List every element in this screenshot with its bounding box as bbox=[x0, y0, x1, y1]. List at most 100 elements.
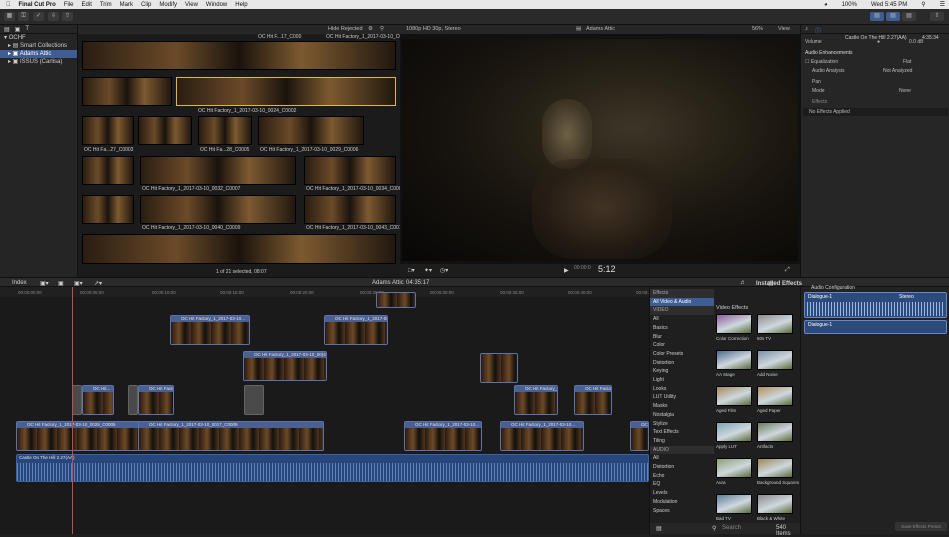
import-icon[interactable]: ⇩ bbox=[48, 12, 59, 21]
effect-thumbnail[interactable] bbox=[757, 386, 793, 406]
effects-category[interactable]: EQ bbox=[650, 480, 714, 489]
photos-tab-icon[interactable]: ▣ bbox=[15, 26, 21, 33]
filmstrip[interactable] bbox=[82, 234, 396, 264]
clock[interactable]: Wed 5:45 PM bbox=[871, 2, 907, 8]
volume-slider[interactable]: ● bbox=[877, 38, 880, 46]
filmstrip[interactable] bbox=[304, 195, 396, 224]
primary-storyline-clip[interactable]: OC Hit Factory_1_2017-03-10... bbox=[500, 421, 584, 451]
filmstrip[interactable] bbox=[258, 116, 364, 145]
browser-toggle-button[interactable]: ▤ bbox=[870, 12, 884, 21]
filmstrip[interactable] bbox=[198, 116, 252, 145]
effects-category[interactable]: All Video & Audio bbox=[650, 297, 714, 307]
timeline[interactable]: 00:00:00:00 00:00:05:00 00:00:10:00 00:0… bbox=[0, 287, 660, 534]
speed-icon[interactable]: ◷▾ bbox=[440, 267, 448, 274]
check-icon[interactable]: ✓ bbox=[33, 12, 44, 21]
role-channel-1[interactable]: Dialogue-1 Stereo bbox=[804, 292, 947, 318]
index-button[interactable]: Index bbox=[12, 280, 27, 286]
filmstrip[interactable] bbox=[140, 156, 296, 185]
timeline-clip[interactable]: OC Hit Factory_1_2017-03-10... bbox=[170, 315, 250, 345]
inspector-toggle-button[interactable]: ▤ bbox=[902, 12, 916, 21]
menu-modify[interactable]: Modify bbox=[159, 2, 177, 8]
mode-value[interactable]: None bbox=[899, 87, 911, 95]
menu-view[interactable]: View bbox=[185, 2, 198, 8]
filmstrip[interactable] bbox=[82, 77, 172, 106]
transform-icon[interactable]: □▾ bbox=[408, 267, 415, 274]
timeline-ruler[interactable]: 00:00:00:00 00:00:05:00 00:00:10:00 00:0… bbox=[0, 287, 660, 297]
effect-thumbnail[interactable] bbox=[757, 350, 793, 370]
effect-thumbnail[interactable] bbox=[757, 494, 793, 514]
effects-category[interactable]: Color Presets bbox=[650, 350, 714, 359]
volume-value[interactable]: 0.0 dB bbox=[909, 38, 923, 46]
effect-thumbnail[interactable] bbox=[716, 350, 752, 370]
effect-thumbnail[interactable] bbox=[757, 422, 793, 442]
library-button[interactable]: ▦ bbox=[4, 12, 15, 21]
key-icon[interactable]: ⚿ bbox=[18, 12, 29, 21]
filmstrip[interactable] bbox=[304, 156, 396, 185]
connect-icon[interactable]: ▣▾ bbox=[40, 280, 49, 287]
zoom-menu[interactable]: 56% bbox=[752, 26, 763, 32]
select-tool-icon[interactable]: ↗▾ bbox=[94, 280, 102, 287]
playhead[interactable] bbox=[72, 287, 73, 534]
effects-category[interactable]: Looks bbox=[650, 385, 714, 394]
filter-menu[interactable]: Hide Rejected bbox=[328, 26, 363, 32]
effects-category[interactable]: Distortion bbox=[650, 359, 714, 368]
equalization-value[interactable]: Flat bbox=[903, 58, 911, 66]
sidebar-item-smart-collections[interactable]: ▸ ▤ Smart Collections bbox=[0, 42, 77, 50]
effects-category[interactable]: All bbox=[650, 454, 714, 463]
menu-mark[interactable]: Mark bbox=[120, 2, 133, 8]
filmstrip[interactable] bbox=[82, 195, 134, 224]
effects-category[interactable]: All bbox=[650, 315, 714, 324]
apple-icon[interactable]:  bbox=[6, 2, 11, 8]
menu-help[interactable]: Help bbox=[235, 2, 247, 8]
enhance-icon[interactable]: ✦▾ bbox=[424, 267, 432, 274]
timeline-clip[interactable] bbox=[480, 353, 518, 383]
save-effects-preset-button[interactable]: Save Effects Preset bbox=[895, 522, 947, 531]
menu-list-icon[interactable]: ☰ bbox=[940, 1, 945, 8]
insert-icon[interactable]: ▣ bbox=[58, 280, 64, 287]
effect-thumbnail[interactable] bbox=[716, 494, 752, 514]
filmstrip[interactable] bbox=[138, 116, 192, 145]
fullscreen-icon[interactable]: ⤢ bbox=[785, 267, 790, 274]
primary-storyline-clip[interactable]: OC Hit Factory_1_2017... bbox=[630, 421, 649, 451]
sidebar-library[interactable]: ▾ OCHF bbox=[0, 34, 77, 42]
effects-category[interactable]: Text Effects bbox=[650, 428, 714, 437]
view-menu[interactable]: View bbox=[778, 26, 790, 32]
sidebar-item-issus[interactable]: ▸ ▣ ISSUS (Carlisa) bbox=[0, 58, 77, 66]
share-icon[interactable]: ⇧ bbox=[62, 12, 73, 21]
wifi-icon[interactable]: ◕ bbox=[824, 2, 828, 8]
timeline-clip[interactable]: OC Hit Factory... bbox=[138, 385, 174, 415]
effects-category[interactable]: Blur bbox=[650, 333, 714, 342]
effects-category[interactable]: Basics bbox=[650, 324, 714, 333]
effect-thumbnail[interactable] bbox=[757, 458, 793, 478]
effect-thumbnail[interactable] bbox=[716, 422, 752, 442]
overwrite-icon[interactable]: ▣▾ bbox=[74, 280, 83, 287]
gap-clip[interactable] bbox=[72, 385, 82, 415]
headphones-icon[interactable]: ♬ bbox=[740, 280, 746, 286]
app-menu[interactable]: Final Cut Pro bbox=[19, 2, 56, 8]
checkbox[interactable]: ☐ bbox=[805, 59, 809, 65]
search-icon[interactable]: ⚲ bbox=[380, 26, 384, 32]
effect-thumbnail[interactable] bbox=[716, 386, 752, 406]
library-tab-icon[interactable]: ▤ bbox=[4, 26, 10, 33]
effect-thumbnail[interactable] bbox=[757, 314, 793, 334]
timeline-clip[interactable]: OC Hit Factory_1_2017-03-10... bbox=[514, 385, 558, 415]
sidebar-item-adams-attic[interactable]: ▸ ▣ Adams Attic bbox=[0, 50, 77, 58]
filmstrip[interactable] bbox=[140, 195, 296, 224]
menu-file[interactable]: File bbox=[64, 2, 74, 8]
role-format[interactable]: Stereo bbox=[899, 294, 914, 300]
timeline-clip[interactable] bbox=[376, 292, 416, 308]
filmstrip[interactable] bbox=[82, 116, 134, 145]
battery-label[interactable]: 100% bbox=[842, 2, 857, 8]
sidebar-toggle-icon[interactable]: ▤ bbox=[656, 525, 662, 532]
effects-category[interactable]: Levels bbox=[650, 489, 714, 498]
timeline-clip[interactable]: OC Hit Factory_1_2017-03-10... bbox=[324, 315, 388, 345]
primary-storyline-clip[interactable]: OC Hit Factory_1_2017-03-10... bbox=[404, 421, 482, 451]
timeline-clip[interactable]: OC Hit Factory_1_2... bbox=[574, 385, 612, 415]
filmstrip-selected[interactable] bbox=[176, 77, 396, 106]
menu-trim[interactable]: Trim bbox=[100, 2, 112, 8]
timeline-clip[interactable]: OC Hit Factory_1_2017-03-10_00(45... bbox=[243, 351, 327, 381]
play-button[interactable]: ▶ bbox=[564, 267, 569, 274]
effects-category[interactable]: Tiling bbox=[650, 437, 714, 446]
video-frame[interactable] bbox=[402, 39, 798, 261]
primary-storyline-clip[interactable]: OC Hit Factory_1_2017-03-10_0017_C0009 bbox=[138, 421, 324, 451]
